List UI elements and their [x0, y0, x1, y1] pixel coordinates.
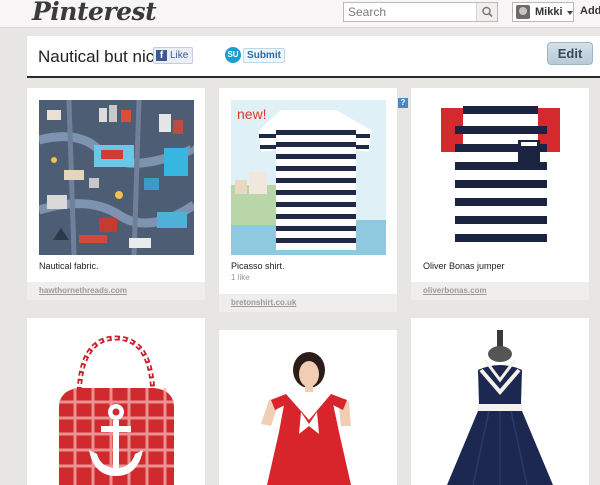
facebook-icon: f: [156, 50, 167, 61]
new-badge: new!: [237, 106, 267, 122]
avatar: [516, 5, 530, 19]
pin-like-count: 1 like: [231, 273, 250, 282]
edit-button[interactable]: Edit: [547, 42, 593, 65]
board-header: Nautical but nice f Like SU Submit Edit: [27, 36, 600, 78]
search-input[interactable]: [344, 3, 476, 21]
sailor-dress-model-image: [231, 342, 386, 485]
username: Mikki: [535, 6, 563, 18]
search-icon: [482, 6, 493, 18]
pin-image[interactable]: new!: [231, 100, 386, 255]
like-label: Like: [170, 50, 189, 61]
pin-source: oliverbonas.com: [411, 282, 589, 300]
pin-source-link[interactable]: hawthornethreads.com: [39, 286, 127, 295]
navy-halter-dress-image: [423, 330, 578, 485]
pin-description: Oliver Bonas jumper: [423, 261, 505, 271]
search-button[interactable]: [476, 3, 497, 21]
pin-card[interactable]: Oliver Bonas jumper oliverbonas.com: [411, 88, 589, 300]
pin-source-link[interactable]: bretonshirt.co.uk: [231, 298, 296, 307]
breton-shirt-image: [231, 100, 386, 255]
pin-card[interactable]: new! Picasso shirt. 1 like bretonshirt.c…: [219, 88, 397, 312]
chevron-down-icon: [567, 11, 573, 15]
pin-image[interactable]: [39, 100, 194, 255]
stumbleupon-icon[interactable]: SU: [225, 47, 241, 63]
pin-description: Picasso shirt.: [231, 261, 285, 271]
search-box: [343, 2, 498, 22]
pin-image[interactable]: [423, 100, 578, 255]
striped-jumper-image: [423, 100, 578, 255]
submit-button[interactable]: Submit: [243, 48, 285, 63]
nautical-map-fabric-image: [39, 100, 194, 255]
user-menu[interactable]: Mikki: [512, 2, 574, 22]
pin-card[interactable]: [219, 330, 397, 485]
pin-description: Nautical fabric.: [39, 261, 99, 271]
pinterest-logo[interactable]: Pinterest: [32, 0, 157, 26]
pin-image[interactable]: [423, 330, 578, 485]
pin-source: bretonshirt.co.uk: [219, 294, 397, 312]
pin-source: hawthornethreads.com: [27, 282, 205, 300]
pin-source-link[interactable]: oliverbonas.com: [423, 286, 487, 295]
anchor-gingham-bag-image: [39, 330, 194, 485]
top-bar: Pinterest Mikki Add: [0, 0, 600, 28]
add-button[interactable]: Add: [580, 5, 600, 17]
pin-card[interactable]: [27, 318, 205, 485]
facebook-like-button[interactable]: f Like: [153, 47, 193, 64]
board-title: Nautical but nice: [38, 47, 164, 66]
pin-card[interactable]: Nautical fabric. hawthornethreads.com: [27, 88, 205, 300]
pin-card[interactable]: [411, 318, 589, 485]
help-icon[interactable]: ?: [398, 98, 408, 108]
pin-image[interactable]: [231, 342, 386, 485]
pin-image[interactable]: [39, 330, 194, 485]
